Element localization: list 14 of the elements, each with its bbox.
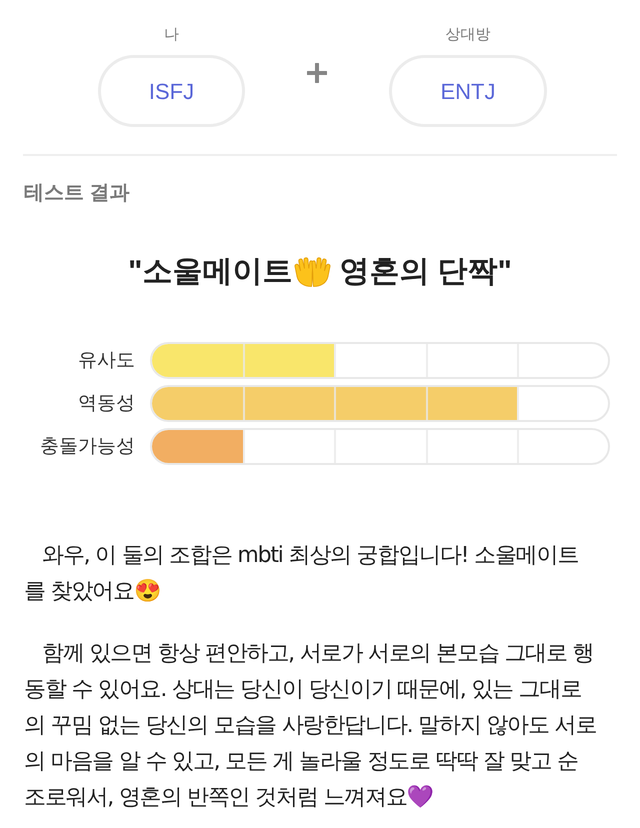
result-title-start: "소울메이트 [128,254,292,290]
meter-label: 충돌가능성 [40,434,135,458]
person-label: 나 [164,26,179,44]
section-title: 테스트 결과 [24,182,130,204]
palms-up-icon [294,257,332,287]
person-label: 상대방 [446,26,490,44]
result-title-end: 영혼의 단짝" [339,254,512,290]
meter-label: 역동성 [78,392,135,416]
meter-label: 유사도 [78,348,135,372]
mbti-type-button[interactable]: ENTJ [389,55,547,127]
plus-icon [307,63,327,83]
paragraph-text: 함께 있으면 항상 편안하고, 서로가 서로의 본모습 그대로 행동할 수 있어요. 상대는 당신이 당신이기 때문에, 있는 그대로의 꾸밈 없는 당신의 모습을 사랑한답니다. 말하지 않아도 서로의 마음을 알 수 있고, 모든 게 놀라울 정도로 딱딱 잘 맞고 순조로워서, 영혼의 반쪽인 것처럼 느껴져요💜 [24,641,596,810]
mbti-type-button[interactable]: ISFJ [98,55,245,127]
paragraph-text: 와우, 이 둘의 조합은 mbti 최상의 궁합입니다! 소울메이트를 찾았어요😍 [24,543,578,604]
